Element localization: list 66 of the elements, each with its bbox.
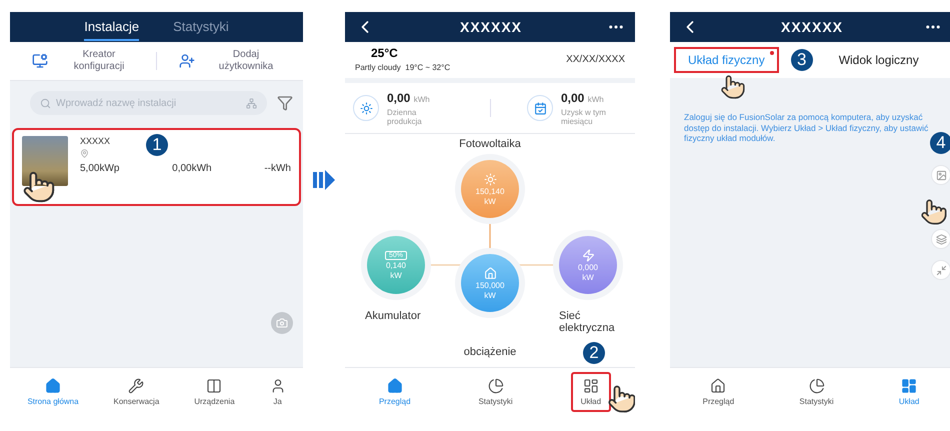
step-badge: 4	[930, 132, 950, 154]
step-badge: 3	[790, 49, 813, 71]
stat-label: Dzienna produkcja	[387, 108, 423, 126]
nav-tab[interactable]: Układ	[570, 372, 612, 412]
energy-value: 0,00kWh	[172, 163, 212, 174]
plant-name: XXXXX	[80, 136, 110, 146]
nav-tab[interactable]: Konserwacja	[103, 372, 170, 412]
nav-tab[interactable]: Układ	[888, 372, 930, 412]
calendar-icon	[527, 95, 553, 121]
step-badge: 2	[583, 342, 605, 364]
next-arrow-icon	[311, 167, 337, 193]
filter-icon[interactable]	[277, 95, 293, 111]
camera-icon	[276, 317, 288, 329]
add-user-icon	[179, 53, 195, 69]
collapse-icon	[936, 264, 946, 276]
energy-node: 0,000 kW	[559, 236, 617, 294]
pointing-hand-icon	[22, 170, 56, 204]
pointing-hand-icon	[720, 74, 746, 100]
tool-button[interactable]	[931, 229, 950, 249]
step-badge: 1	[146, 134, 168, 156]
temperature: 25°C	[371, 46, 398, 60]
nav-tab[interactable]: Przegląd	[692, 372, 744, 412]
pointing-hand-icon	[607, 384, 635, 414]
energy-node: 150,000 kW	[461, 254, 519, 312]
capacity-value: 5,00kWp	[80, 163, 120, 174]
sun-icon	[484, 172, 496, 186]
home-icon	[45, 378, 62, 394]
monitor-icon	[32, 53, 48, 69]
nav-tab[interactable]: Urządzenia	[184, 372, 245, 412]
energy-node: 150,140 kW	[461, 160, 519, 218]
nav-tab[interactable]: Statystyki	[789, 372, 844, 412]
tool-button[interactable]	[931, 260, 950, 280]
date-text: XX/XX/XXXX	[566, 54, 625, 65]
layers-icon	[936, 234, 946, 244]
stat-value: 0,00 kWh	[387, 90, 430, 104]
house-icon	[484, 266, 496, 280]
plant-card[interactable]: XXXXX 5,00kWp 0,00kWh --kWh 1	[12, 128, 301, 206]
node-label: obciążenie	[462, 346, 518, 358]
screen-title: XXXXXX	[460, 19, 522, 35]
nav-tab[interactable]: Statystyki	[468, 372, 523, 412]
image-icon	[936, 170, 946, 180]
node-label: Akumulator	[365, 310, 422, 322]
screen-title: XXXXXX	[780, 19, 844, 35]
stat-label: Uzysk w tym miesiącu	[561, 108, 607, 126]
header-tab[interactable]: Statystyki	[173, 13, 229, 41]
sun-icon	[353, 95, 379, 121]
nav-tab[interactable]: Przegląd	[368, 372, 421, 412]
location-pin-icon	[80, 149, 89, 158]
nav-tab[interactable]: Ja	[260, 372, 296, 412]
action-button[interactable]: Kreator konfiguracji	[10, 49, 156, 73]
search-icon	[40, 98, 51, 108]
nav-tab[interactable]: Strona główna	[17, 372, 89, 412]
hierarchy-icon	[246, 98, 257, 108]
weather-text: Partly cloudy 19°C ~ 32°C	[355, 63, 450, 72]
action-button[interactable]: Dodaj użytkownika	[157, 49, 303, 73]
photo-placeholder	[22, 136, 68, 186]
pointing-hand-icon	[920, 198, 948, 226]
battery-value: --kWh	[264, 163, 291, 174]
stat-value: 0,00 kWh	[561, 90, 604, 104]
notice-text: Zaloguj się do FusionSolar za pomocą komputera, aby uzyskać dostęp do instalacji. Wybierz Układ > Układ fizyczny, aby ustawić fizyczny układ modułów.	[684, 112, 930, 144]
view-tab[interactable]: Układ fizyczny	[674, 47, 779, 73]
view-tab[interactable]: Widok logiczny	[824, 47, 933, 73]
lightning-icon	[582, 248, 594, 262]
node-label: Fotowoltaika	[458, 138, 522, 150]
tool-button[interactable]	[931, 165, 950, 185]
node-label: Sieć elektryczna	[559, 310, 616, 334]
